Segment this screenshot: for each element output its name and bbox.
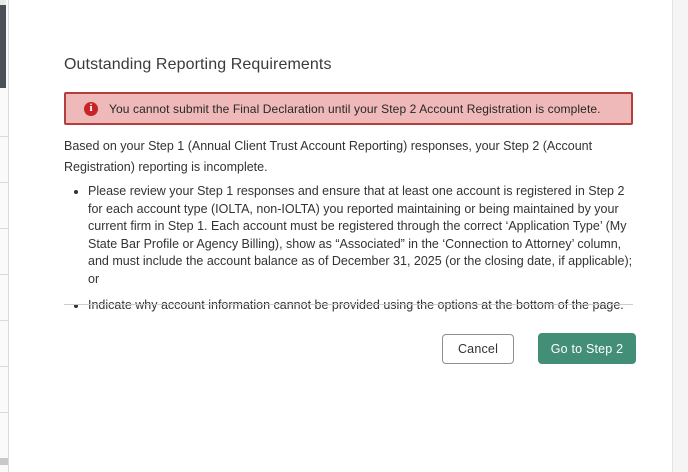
dialog-title: Outstanding Reporting Requirements [64,56,332,74]
error-alert-message: You cannot submit the Final Declaration … [109,102,601,116]
background-row-divider [0,320,9,321]
outstanding-reporting-dialog: Outstanding Reporting Requirements You c… [10,0,672,472]
background-sidebar-strip [0,5,6,88]
error-alert-banner: You cannot submit the Final Declaration … [64,92,633,125]
go-to-step-2-button[interactable]: Go to Step 2 [538,333,636,364]
intro-paragraph: Based on your Step 1 (Annual Client Trus… [64,136,636,178]
background-scroll-chip [0,458,8,465]
cancel-button[interactable]: Cancel [442,334,514,364]
background-page-gutter [672,0,688,472]
error-info-icon [84,102,98,116]
background-row-divider [0,182,9,183]
requirements-list: Please review your Step 1 responses and … [64,183,639,324]
background-row-divider [0,412,9,413]
requirement-item: Indicate why account information cannot … [64,297,639,315]
background-row-divider [0,366,9,367]
footer-divider [64,304,633,305]
dialog-actions: Cancel Go to Step 2 [64,333,636,364]
background-row-divider [0,228,9,229]
requirement-item: Please review your Step 1 responses and … [64,183,639,288]
background-row-divider [0,274,9,275]
background-row-divider [0,136,9,137]
